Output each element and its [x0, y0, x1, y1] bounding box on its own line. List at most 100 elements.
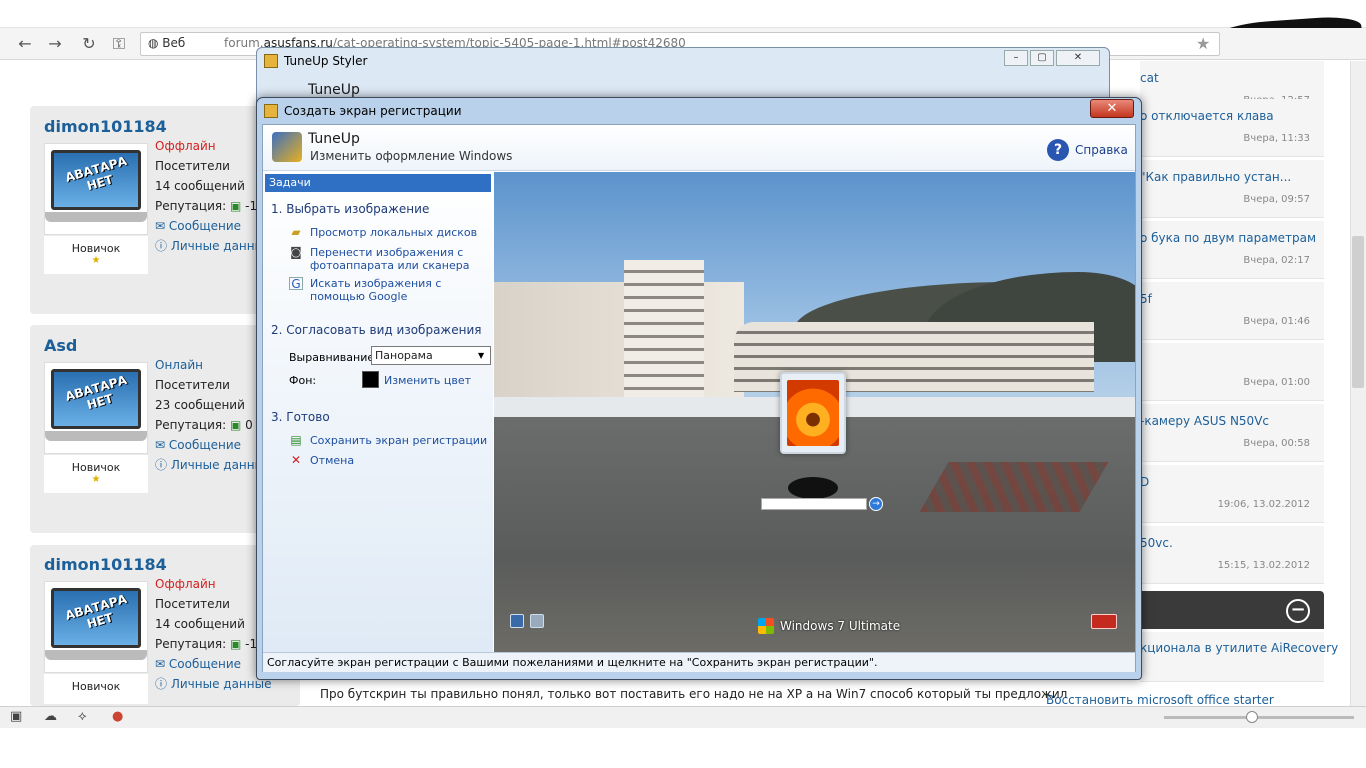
save-icon: ▤: [290, 433, 302, 447]
app-name: TuneUp: [308, 82, 360, 98]
plus-icon[interactable]: ▣: [230, 418, 241, 432]
chevron-down-icon[interactable]: ▼: [478, 351, 484, 360]
envelope-icon: ✉: [155, 219, 166, 233]
topic-title[interactable]: cat: [1140, 71, 1159, 85]
topic-item[interactable]: D 19:06, 13.02.2012: [1140, 465, 1324, 523]
dialog-title: Создать экран регистрации: [284, 104, 462, 118]
search-engine-label: Веб: [162, 36, 186, 50]
topic-title[interactable]: о отключается клава: [1140, 109, 1274, 123]
profile-link[interactable]: ⓘ Личные данные: [155, 455, 271, 475]
user-rank: Новичок: [44, 674, 148, 704]
minimize-icon[interactable]: –: [1004, 50, 1028, 66]
post-username[interactable]: dimon101184: [44, 555, 167, 574]
topic-date: 15:15, 13.02.2012: [1217, 560, 1310, 571]
scrollbar-thumb[interactable]: [1352, 236, 1364, 388]
back-arrow-icon[interactable]: ←: [14, 34, 36, 54]
browser-tab-strip: [0, 0, 1366, 28]
flower-icon: [787, 380, 839, 446]
user-reputation: Репутация: ▣ 0 ▬: [155, 415, 271, 435]
section-done: 3. Готово: [271, 410, 330, 424]
profile-link-label: Личные данные: [170, 677, 272, 691]
topic-item[interactable]: -камеру ASUS N50Vc Вчера, 00:58: [1140, 404, 1324, 462]
browse-local-disks-link[interactable]: Просмотр локальных дисков: [310, 226, 477, 239]
topic-item[interactable]: о бука по двум параметрам Вчера, 02:17: [1140, 221, 1324, 279]
topic-item[interactable]: Вчера, 01:00: [1140, 343, 1324, 401]
bookmark-star-icon[interactable]: ★: [1196, 34, 1210, 53]
user-reputation: Репутация: ▣ -1 ▬: [155, 196, 272, 216]
search-engine-selector[interactable]: ◍ Веб: [148, 36, 185, 50]
message-link[interactable]: ✉ Сообщение: [155, 654, 272, 674]
user-status: Оффлайн: [155, 139, 216, 153]
user-message-count: 23 сообщений: [155, 398, 245, 412]
section-adjust-image: 2. Согласовать вид изображения: [271, 323, 482, 337]
plus-icon[interactable]: ▣: [230, 199, 241, 213]
user-group: Посетители: [155, 159, 230, 173]
topic-title[interactable]: Восстановить microsoft office starter: [1046, 693, 1274, 707]
preview-building: [494, 282, 744, 402]
help-link[interactable]: Справка: [1075, 143, 1128, 157]
maximize-icon[interactable]: ▢: [1030, 50, 1054, 66]
user-message-count: 14 сообщений: [155, 617, 245, 631]
profile-link[interactable]: ⓘ Личные данные: [155, 674, 272, 694]
envelope-icon: ✉: [155, 438, 166, 452]
close-icon[interactable]: ✕: [1090, 99, 1134, 118]
user-info: Оффлайн Посетители 14 сообщений Репутаци…: [155, 136, 272, 256]
message-link-label: Сообщение: [168, 219, 242, 233]
star-icon: ★: [91, 474, 101, 485]
change-color-link[interactable]: Изменить цвет: [384, 374, 471, 387]
help-icon[interactable]: ?: [1047, 139, 1069, 161]
globe-icon: ◍: [148, 36, 163, 50]
cancel-button[interactable]: Отмена: [310, 454, 354, 467]
topic-item[interactable]: 5f Вчера, 01:46: [1140, 282, 1324, 340]
zoom-slider-knob[interactable]: [1246, 711, 1258, 723]
topic-title[interactable]: -камеру ASUS N50Vc: [1140, 414, 1269, 428]
user-status: Онлайн: [155, 358, 203, 372]
laptop-base: [45, 212, 147, 222]
message-link-label: Сообщение: [168, 438, 242, 452]
collapse-icon[interactable]: −: [1286, 599, 1310, 623]
alignment-select[interactable]: Панорама: [371, 346, 491, 365]
app-icon: [264, 54, 278, 68]
import-from-camera-link[interactable]: Перенести изображения с фотоаппарата или…: [310, 246, 485, 272]
background-color-swatch[interactable]: [362, 371, 379, 388]
user-message-count: 14 сообщений: [155, 179, 245, 193]
reload-icon[interactable]: ↻: [78, 34, 100, 54]
avatar: АВАТАРА НЕТ: [44, 362, 148, 454]
info-icon: ⓘ: [155, 458, 168, 472]
topic-title[interactable]: кционала в утилите AiRecovery: [1140, 641, 1338, 655]
logon-screen-preview: → Windows 7 Ultimate: [494, 172, 1135, 652]
save-logon-screen-button[interactable]: Сохранить экран регистрации: [310, 434, 487, 447]
user-group: Посетители: [155, 378, 230, 392]
header-app-name: TuneUp: [308, 131, 360, 147]
star-icon: ★: [91, 255, 101, 266]
post-username[interactable]: Asd: [44, 336, 77, 355]
search-google-link[interactable]: Искать изображения с помощью Google: [310, 277, 460, 303]
topic-item[interactable]: о отключается клава Вчера, 11:33: [1140, 99, 1324, 157]
profile-link[interactable]: ⓘ Личные данные: [155, 236, 272, 256]
camera-icon: ◙: [290, 245, 302, 259]
plus-icon[interactable]: ▣: [230, 637, 241, 651]
message-link[interactable]: ✉ Сообщение: [155, 216, 272, 236]
rank-label: Новичок: [71, 461, 121, 474]
close-icon[interactable]: ✕: [1056, 50, 1100, 66]
share-icon[interactable]: ⟡: [78, 709, 87, 724]
key-icon[interactable]: ⚿: [108, 34, 130, 54]
forward-arrow-icon[interactable]: →: [44, 34, 66, 54]
message-link[interactable]: ✉ Сообщение: [155, 435, 271, 455]
preview-os-label: Windows 7 Ultimate: [780, 619, 901, 633]
reputation-label: Репутация:: [155, 637, 227, 651]
user-rank: Новичок ★: [44, 236, 148, 274]
post-username[interactable]: dimon101184: [44, 117, 167, 136]
notification-icon[interactable]: ●: [112, 709, 123, 724]
cloud-icon[interactable]: ☁: [44, 709, 57, 724]
topic-title[interactable]: 50vc.: [1140, 536, 1173, 550]
topic-title[interactable]: о бука по двум параметрам: [1140, 231, 1316, 245]
topic-title[interactable]: "Как правильно устан...: [1140, 170, 1291, 184]
topic-date: Вчера, 09:57: [1243, 194, 1310, 205]
info-icon: ⓘ: [155, 239, 168, 253]
topic-item[interactable]: кционала в утилите AiRecovery: [1140, 632, 1338, 682]
topic-item[interactable]: "Как правильно устан... Вчера, 09:57: [1140, 160, 1324, 218]
panel-toggle-icon[interactable]: ▣: [10, 709, 22, 724]
topic-item[interactable]: 50vc. 15:15, 13.02.2012: [1140, 526, 1324, 584]
zoom-slider[interactable]: [1164, 716, 1354, 719]
